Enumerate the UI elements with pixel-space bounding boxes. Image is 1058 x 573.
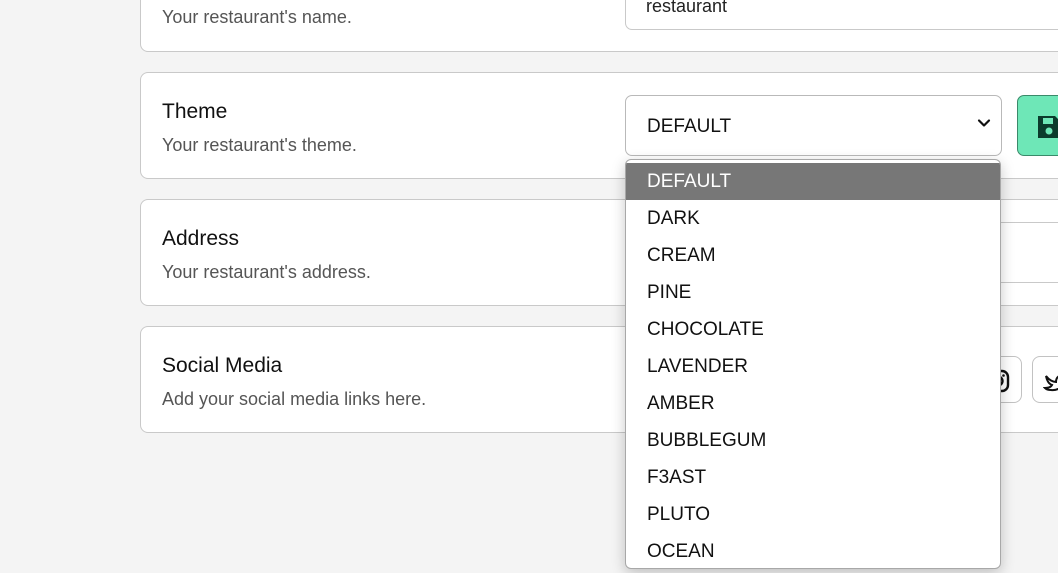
- theme-option-cream[interactable]: CREAM: [626, 237, 1000, 274]
- address-title: Address: [162, 227, 240, 250]
- theme-option-amber[interactable]: AMBER: [626, 385, 1000, 422]
- theme-subtitle: Your restaurant's theme.: [162, 135, 357, 155]
- address-subtitle: Your restaurant's address.: [162, 262, 371, 282]
- twitter-icon: [1043, 375, 1058, 392]
- theme-option-chocolate[interactable]: CHOCOLATE: [626, 311, 1000, 348]
- restaurant-name-input[interactable]: restaurant: [625, 0, 1058, 30]
- save-theme-button[interactable]: [1017, 95, 1058, 156]
- restaurant-name-value: restaurant: [646, 0, 728, 16]
- theme-option-ocean[interactable]: OCEAN: [626, 533, 1000, 568]
- floppy-disk-icon: [1038, 116, 1058, 138]
- theme-select-value: DEFAULT: [647, 116, 732, 137]
- settings-page: Your restaurant's name. restaurant Theme…: [0, 0, 1058, 573]
- theme-option-lavender[interactable]: LAVENDER: [626, 348, 1000, 385]
- theme-dropdown-list: DEFAULT DARK CREAM PINE CHOCOLATE LAVENDER AMB…: [625, 159, 1001, 569]
- twitter-button[interactable]: [1032, 356, 1058, 403]
- theme-option-f3ast[interactable]: F3AST: [626, 459, 1000, 496]
- name-subtitle: Your restaurant's name.: [162, 7, 352, 27]
- theme-option-dark[interactable]: DARK: [626, 200, 1000, 237]
- social-media-title: Social Media: [162, 354, 283, 377]
- theme-select[interactable]: DEFAULT: [625, 95, 1002, 156]
- social-media-subtitle: Add your social media links here.: [162, 389, 427, 409]
- theme-option-bubblegum[interactable]: BUBBLEGUM: [626, 422, 1000, 459]
- theme-title: Theme: [162, 100, 228, 123]
- theme-option-pine[interactable]: PINE: [626, 274, 1000, 311]
- chevron-down-icon: [977, 119, 991, 127]
- theme-option-default[interactable]: DEFAULT: [626, 163, 1000, 200]
- theme-option-pluto[interactable]: PLUTO: [626, 496, 1000, 533]
